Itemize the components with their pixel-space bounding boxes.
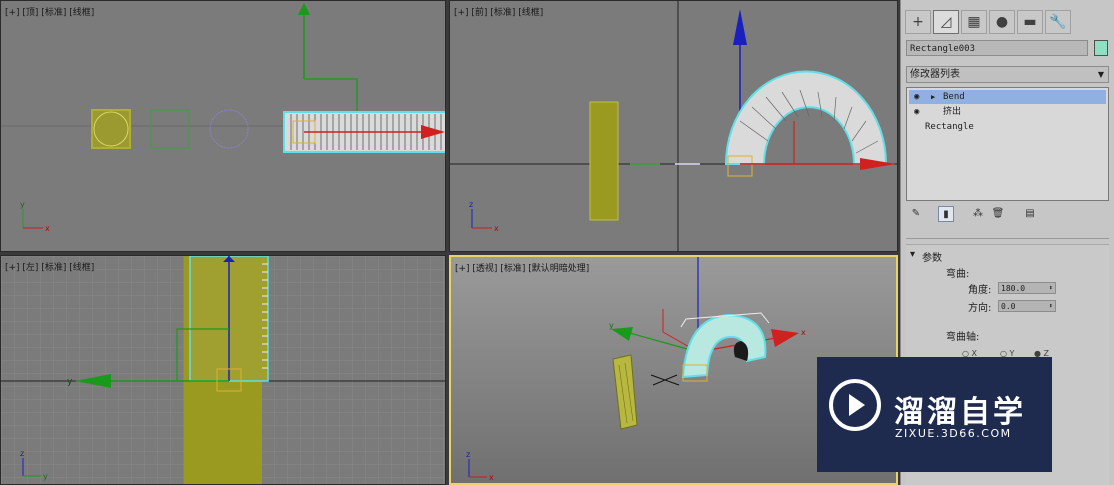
viewport-front-canvas: z x: [450, 1, 897, 251]
watermark: 溜溜自学 ZIXUE.3D66.COM: [817, 357, 1052, 472]
viewport-left-canvas: y z y: [1, 256, 445, 484]
modifier-list-label: 修改器列表: [910, 69, 960, 80]
viewport-left-label[interactable]: [+] [左] [标准] [线框]: [5, 260, 94, 273]
axis-y-marker: y: [67, 377, 73, 387]
axis-z-label: z: [469, 200, 473, 209]
chevron-down-icon: ▼: [1097, 70, 1104, 79]
spinner-arrows-icon[interactable]: ⬍: [1049, 283, 1053, 294]
bend-axis-label: 弯曲轴:: [946, 332, 980, 343]
rollout-collapse-icon[interactable]: ▾: [910, 249, 915, 260]
viewport-front-label[interactable]: [+] [前] [标准] [线框]: [454, 5, 543, 18]
angle-spinner[interactable]: 180.0 ⬍: [998, 282, 1056, 294]
rollout-title[interactable]: 参数: [922, 249, 942, 264]
object-color-swatch[interactable]: [1094, 40, 1108, 56]
viewport-left[interactable]: y z y [+] [左] [标准] [线框]: [0, 255, 446, 485]
stack-item-bend[interactable]: ◉ ▶ Bend: [909, 90, 1106, 104]
create-icon[interactable]: +: [905, 10, 931, 34]
axis-x-label: x: [45, 224, 50, 233]
modify-icon[interactable]: ◿: [933, 10, 959, 34]
stack-item-rectangle[interactable]: Rectangle: [909, 120, 1106, 134]
axis-x-label: x: [489, 473, 494, 482]
direction-value: 0.0: [1001, 302, 1016, 311]
modifier-stack: ◉ ▶ Bend ◉ 挤出 Rectangle: [906, 87, 1109, 201]
watermark-title: 溜溜自学: [894, 395, 1026, 430]
axis-y-label: y: [43, 472, 48, 481]
angle-label: 角度:: [968, 285, 992, 296]
hierarchy-icon[interactable]: ▦: [961, 10, 987, 34]
viewport-top-label[interactable]: [+] [顶] [标准] [线框]: [5, 5, 94, 18]
eye-icon[interactable]: ◉: [914, 105, 919, 119]
stack-toolbar: ✎ ▮ ⁂ 🗑 ▤: [906, 206, 1109, 224]
spinner-arrows-icon[interactable]: ⬍: [1049, 301, 1053, 312]
utilities-icon[interactable]: 🔧: [1045, 10, 1071, 34]
pin-stack-icon[interactable]: ✎: [908, 206, 924, 222]
stack-item-label: Rectangle: [925, 122, 974, 132]
axis-z-label: z: [20, 449, 24, 458]
stack-item-label: Bend: [943, 92, 965, 102]
modifier-list-dropdown[interactable]: 修改器列表 ▼: [906, 66, 1109, 83]
viewport-front[interactable]: z x [+] [前] [标准] [线框]: [449, 0, 898, 252]
play-logo-icon: [829, 379, 881, 431]
viewport-top-canvas: y x: [1, 3, 445, 233]
configure-modifier-sets-icon[interactable]: ▤: [1022, 206, 1038, 222]
axis-z-label: z: [466, 450, 470, 459]
divider: [906, 238, 1109, 239]
stack-item-label: 挤出: [943, 107, 962, 117]
axis-y-label: y: [20, 200, 25, 209]
axis-y-marker: y: [609, 321, 614, 330]
stack-item-extrude[interactable]: ◉ 挤出: [909, 105, 1106, 119]
display-icon[interactable]: ▬: [1017, 10, 1043, 34]
expand-triangle-icon[interactable]: ▶: [931, 90, 935, 104]
viewport-perspective-label[interactable]: [+] [透视] [标准] [默认明暗处理]: [455, 261, 589, 274]
show-end-result-icon[interactable]: ▮: [938, 206, 954, 222]
direction-spinner[interactable]: 0.0 ⬍: [998, 300, 1056, 312]
bend-label: 弯曲:: [946, 269, 970, 280]
object-name-field[interactable]: Rectangle003: [906, 40, 1088, 56]
make-unique-icon[interactable]: ⁂: [970, 206, 986, 222]
angle-value: 180.0: [1001, 284, 1026, 293]
axis-x-label: x: [494, 224, 499, 233]
motion-icon[interactable]: ●: [989, 10, 1015, 34]
axis-x-marker: x: [801, 328, 806, 337]
direction-label: 方向:: [968, 303, 992, 314]
remove-modifier-icon[interactable]: 🗑: [990, 206, 1006, 222]
eye-icon[interactable]: ◉: [914, 90, 919, 104]
viewport-top[interactable]: y x [+] [顶] [标准] [线框]: [0, 0, 446, 252]
watermark-url: ZIXUE.3D66.COM: [895, 427, 1012, 440]
command-panel-tabs: + ◿ ▦ ● ▬ 🔧: [905, 10, 1111, 34]
